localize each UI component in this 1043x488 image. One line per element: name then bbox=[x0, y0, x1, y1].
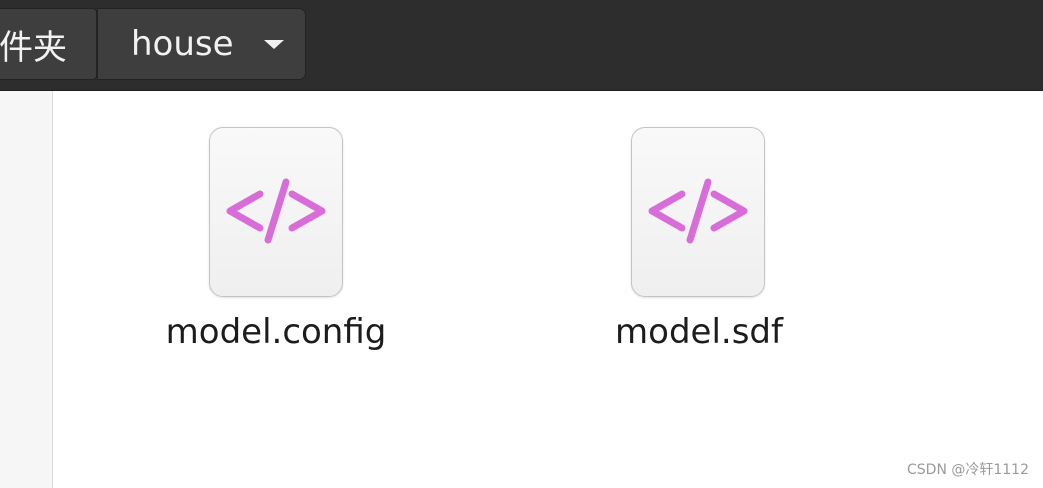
dropdown-arrow-icon[interactable] bbox=[264, 40, 284, 49]
file-name-label: model.sdf bbox=[615, 312, 783, 352]
breadcrumb-current-label: house bbox=[131, 24, 234, 64]
sidebar bbox=[0, 91, 53, 488]
file-item-model-config[interactable]: model.config bbox=[126, 91, 426, 371]
code-file-icon[interactable] bbox=[209, 127, 343, 297]
path-bar: 件夹 house bbox=[0, 0, 1043, 91]
code-file-icon[interactable] bbox=[631, 127, 765, 297]
file-item-model-sdf[interactable]: model.sdf bbox=[549, 91, 849, 371]
file-name-label: model.config bbox=[165, 312, 387, 352]
breadcrumb-parent-label: 件夹 bbox=[0, 27, 67, 68]
file-view: model.config model.sdf bbox=[54, 91, 1043, 488]
watermark: CSDN @冷轩1112 bbox=[907, 462, 1029, 478]
breadcrumb-parent-folder[interactable]: 件夹 bbox=[0, 8, 97, 80]
breadcrumb-current-folder[interactable]: house bbox=[97, 8, 306, 80]
